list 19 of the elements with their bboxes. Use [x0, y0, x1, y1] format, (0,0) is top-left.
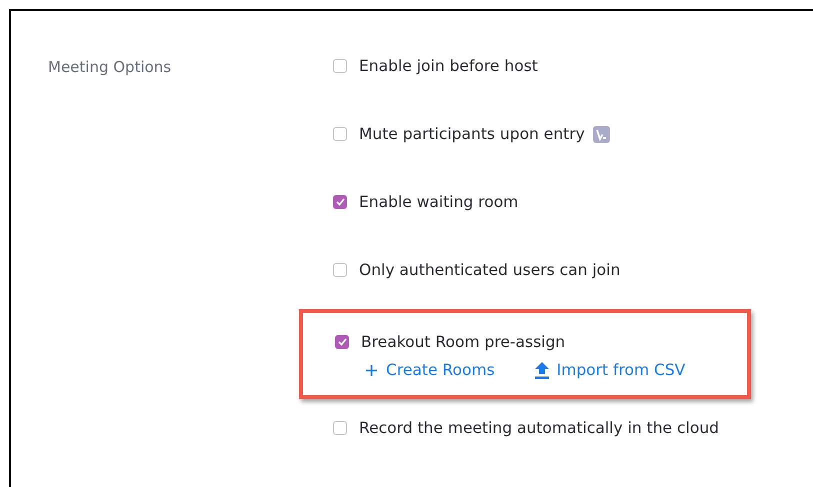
option-label: Breakout Room pre-assign [361, 333, 566, 351]
option-label: Record the meeting automatically in the cloud [359, 419, 719, 437]
checkbox[interactable] [335, 335, 349, 349]
checkbox[interactable] [333, 59, 347, 73]
action-link[interactable]: Import from CSV [534, 361, 686, 379]
check-icon [336, 198, 344, 206]
check-icon [338, 338, 346, 346]
option-label: Enable join before host [359, 57, 538, 75]
checkbox[interactable] [333, 195, 347, 209]
checkbox[interactable] [333, 421, 347, 435]
checkbox[interactable] [333, 263, 347, 277]
option-label: Enable waiting room [359, 193, 518, 211]
checkbox[interactable] [333, 127, 347, 141]
option-label: Only authenticated users can join [359, 261, 620, 279]
plus-icon [365, 364, 378, 376]
action-link[interactable]: Create Rooms [365, 361, 495, 379]
section-label: Meeting Options [47, 57, 172, 78]
option-label: Mute participants upon entry [359, 125, 585, 143]
upload-icon [534, 362, 549, 378]
